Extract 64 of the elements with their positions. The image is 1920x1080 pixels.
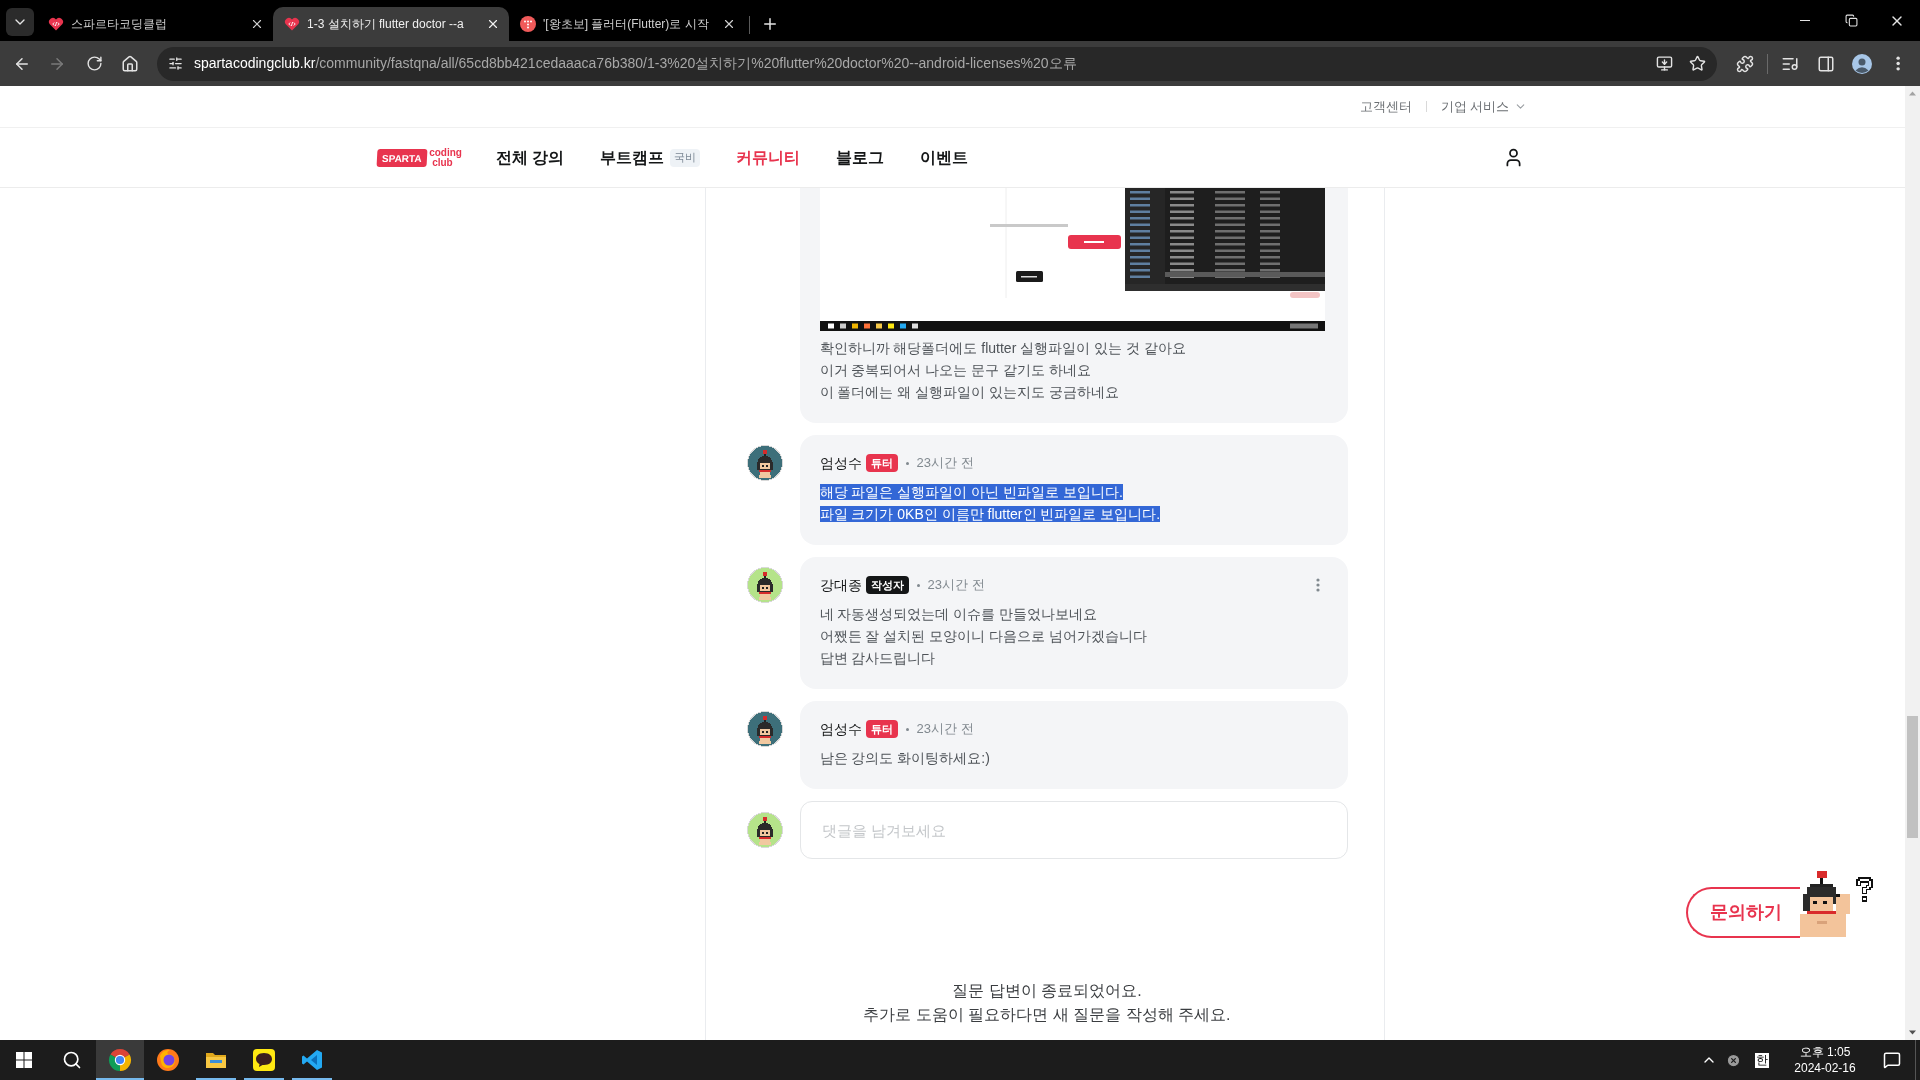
minimize-icon: [1800, 20, 1810, 21]
close-icon: [250, 17, 264, 31]
author-name: 강대종: [819, 575, 862, 595]
reload-icon: [85, 55, 103, 72]
close-icon: [722, 17, 736, 31]
home-icon: [121, 54, 139, 73]
circle-x-icon: [1725, 1052, 1741, 1068]
author-name: 엄성수: [819, 453, 862, 473]
input-method-indicator[interactable]: 한: [1755, 1052, 1769, 1068]
closed-notice: 질문 답변이 종료되었어요. 추가로 도움이 필요하다면 새 질문을 작성해 주세요.: [862, 981, 1232, 1025]
puzzle-icon: [1736, 54, 1754, 73]
plus-icon: [761, 15, 779, 33]
tab-search-button[interactable]: [6, 8, 34, 36]
browser-tab[interactable]: 1-3 설치하기 flutter doctor --a: [273, 7, 509, 41]
inquiry-button[interactable]: 문의하기: [1686, 887, 1800, 938]
clock[interactable]: 오후 1:05 2024-02-16: [1781, 1044, 1869, 1076]
close-icon: [486, 17, 500, 31]
heart-favicon-icon: [284, 16, 300, 32]
star-icon: [1688, 55, 1706, 72]
chat-bubble-app-icon: [252, 1048, 276, 1072]
address-bar[interactable]: spartacodingclub.kr/community/fastqna/all/65cd8bb421cedaaaca76b380/1-3%20설치하기%20flutter%20doctor%20--android-licenses%20오류: [157, 46, 1717, 81]
nav-link[interactable]: 부트캠프: [600, 145, 665, 170]
ring-browser-icon: [108, 1048, 132, 1072]
question-mark-icon: [1853, 876, 1876, 905]
heart-favicon-icon: [48, 16, 64, 32]
kebab-menu-icon: [1895, 56, 1901, 71]
flame-browser-icon: [156, 1048, 180, 1072]
nav-link[interactable]: 블로그: [836, 145, 885, 170]
comment-time: 23시간 전: [916, 454, 974, 473]
notification-icon: [1883, 1051, 1901, 1069]
comment-text: 네 자동생성되었는데 이슈를 만들었나보네요 어쨌든 잘 설치된 모양이니 다음으로 넘어가겠습니다 답변 감사드립니다: [819, 605, 1148, 668]
search-icon: [62, 1050, 82, 1070]
url-text: spartacodingclub.kr/community/fastqna/all/65cd8bb421cedaaaca76b380/1-3%20설치하기%20flutter%20doctor%20--android-licenses%20오류: [194, 54, 1077, 73]
nav-link[interactable]: 전체 강의: [495, 145, 565, 170]
taskbar-app-button[interactable]: [96, 1040, 144, 1080]
disc-favicon-icon: [520, 16, 536, 32]
side-panel-icon: [1817, 54, 1835, 73]
tune-icon: [167, 56, 183, 71]
windows-logo-icon: [16, 1052, 32, 1068]
utility-link[interactable]: 고객센터: [1359, 96, 1412, 117]
author-name: 엄성수: [819, 719, 862, 739]
restore-icon: [1844, 14, 1858, 27]
scrollbar[interactable]: [1905, 86, 1920, 1040]
role-badge: 작성자: [865, 576, 909, 594]
comment-time: 23시간 전: [927, 576, 985, 595]
nav-badge: 국비: [670, 148, 701, 167]
monitor-download-icon: [1655, 55, 1673, 72]
utility-link[interactable]: 기업 서비스: [1440, 96, 1527, 117]
browser-tab[interactable]: 스파르타코딩클럽: [37, 7, 273, 41]
comment-text: 남은 강의도 화이팅하세요:): [819, 749, 991, 768]
role-badge: 튜터: [865, 720, 898, 738]
scrollbar-thumb[interactable]: [1907, 716, 1918, 838]
code-editor-icon: [300, 1048, 324, 1072]
browser-tab[interactable]: '[왕초보] 플러터(Flutter)로 시작: [509, 7, 745, 41]
nav-link[interactable]: 커뮤니티: [736, 145, 801, 170]
nav-link[interactable]: 이벤트: [920, 145, 969, 170]
comment-input[interactable]: 댓글을 남겨보세요: [799, 801, 1348, 859]
comment-time: 23시간 전: [916, 720, 974, 739]
profile-avatar-icon: [1852, 53, 1872, 74]
role-badge: 튜터: [865, 454, 898, 472]
kebab-menu-icon: [1315, 578, 1320, 592]
comment-text: 확인하니까 해당폴더에도 flutter 실행파일이 있는 것 같아요 이거 중복되어서 나오는 문구 같기도 하네요 이 폴더에는 왜 실행파일이 있는지도 궁금하네요: [819, 339, 1187, 402]
warrior-mascot-icon: [1800, 870, 1853, 938]
comment-text: 해당 파일은 실행파일이 아닌 빈파일로 보입니다. 파일 크기가 0KB인 이름만 flutter인 빈파일로 보입니다.: [819, 483, 1162, 524]
